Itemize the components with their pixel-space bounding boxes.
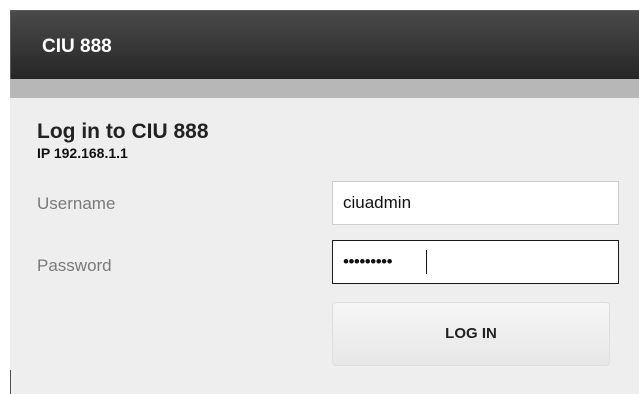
- login-screen: CIU 888 Log in to CIU 888 IP 192.168.1.1…: [0, 0, 639, 394]
- password-label: Password: [37, 256, 112, 275]
- username-input[interactable]: [332, 181, 619, 225]
- device-ip-text: IP 192.168.1.1: [37, 145, 128, 161]
- header-divider-bar: [10, 79, 639, 98]
- header-title: CIU 888: [42, 36, 112, 57]
- app-header: CIU 888: [10, 10, 639, 79]
- password-input[interactable]: [332, 240, 619, 284]
- username-label: Username: [37, 194, 116, 213]
- login-title: Log in to CIU 888: [37, 120, 209, 143]
- text-cursor: [426, 250, 427, 274]
- panel-edge-line: [10, 370, 11, 394]
- login-button[interactable]: LOG IN: [332, 302, 610, 366]
